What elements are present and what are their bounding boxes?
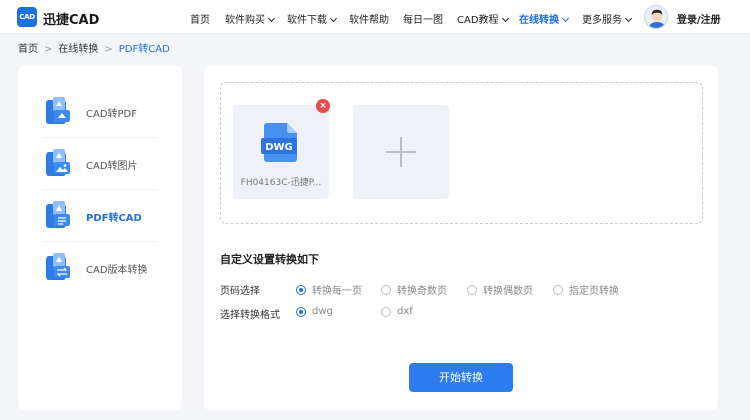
sidebar-item-cad-version[interactable]: CAD版本转换: [42, 242, 158, 294]
chevron-down-icon: [267, 14, 276, 23]
remove-file-icon[interactable]: ×: [316, 99, 330, 113]
radio-button[interactable]: [296, 284, 306, 295]
breadcrumb: 首页 > 在线转换 > PDF转CAD: [18, 40, 170, 55]
page-selection-label: 页码选择: [220, 286, 260, 297]
breadcrumb-separator: >: [104, 44, 113, 55]
sidebar: CAD转PDF CAD转图片 PDF转CAD CAD版本转换: [18, 66, 182, 410]
plus-icon: [400, 137, 402, 167]
radio-page-option[interactable]: 指定页转换: [553, 282, 619, 297]
breadcrumb-separator: >: [44, 44, 53, 55]
radio-page-option[interactable]: 转换每一页: [296, 282, 362, 297]
login-register-link[interactable]: 登录/注册: [677, 11, 721, 26]
avatar[interactable]: [644, 5, 668, 29]
converter-panel: DWG FH04163C-迅捷P... × 自定义设置转换如下 页码选择 转换每…: [204, 66, 718, 410]
format-selection-label: 选择转换格式: [220, 310, 280, 321]
nav-item-download[interactable]: 软件下载: [287, 11, 338, 26]
sidebar-item-label: PDF转CAD: [86, 213, 142, 224]
nav-item-online-convert[interactable]: 在线转换: [519, 11, 570, 26]
pdf-to-cad-icon: [46, 201, 70, 228]
cad-to-image-icon: [46, 149, 70, 176]
chevron-down-icon: [329, 14, 338, 23]
radio-button[interactable]: [553, 284, 563, 295]
cad-to-pdf-icon: [46, 97, 70, 124]
radio-page-option[interactable]: 转换偶数页: [467, 282, 533, 297]
radio-button[interactable]: [381, 306, 391, 317]
radio-button[interactable]: [381, 284, 391, 295]
radio-format-option[interactable]: dwg: [296, 306, 333, 317]
sidebar-item-cad-to-pdf[interactable]: CAD转PDF: [42, 86, 158, 138]
nav-item-daily[interactable]: 每日一图: [403, 11, 443, 26]
nav-item-purchase[interactable]: 软件购买: [225, 11, 276, 26]
sidebar-item-label: CAD转图片: [86, 161, 138, 172]
nav-item-more[interactable]: 更多服务: [582, 11, 633, 26]
sidebar-item-label: CAD转PDF: [86, 109, 138, 120]
sidebar-item-label: CAD版本转换: [86, 265, 148, 276]
sidebar-item-cad-to-image[interactable]: CAD转图片: [42, 138, 158, 190]
radio-button[interactable]: [467, 284, 477, 295]
chevron-down-icon: [561, 14, 570, 23]
top-header: CAD 迅捷CAD 首页 软件购买 软件下载 软件帮助 每日一图 CAD教程 在…: [0, 0, 750, 34]
breadcrumb-current: PDF转CAD: [118, 44, 170, 55]
chevron-down-icon: [501, 14, 509, 23]
radio-button[interactable]: [296, 306, 306, 317]
breadcrumb-section[interactable]: 在线转换: [58, 44, 98, 55]
file-type-badge: DWG: [265, 142, 293, 153]
add-file-button[interactable]: [353, 105, 449, 199]
upload-dropzone[interactable]: DWG FH04163C-迅捷P... ×: [220, 82, 703, 224]
breadcrumb-home[interactable]: 首页: [18, 44, 38, 55]
uploaded-file-card[interactable]: DWG FH04163C-迅捷P... ×: [233, 99, 330, 199]
cad-version-icon: [46, 253, 70, 280]
settings-title: 自定义设置转换如下: [220, 253, 319, 266]
nav-item-help[interactable]: 软件帮助: [349, 11, 389, 26]
radio-format-option[interactable]: dxf: [381, 306, 413, 317]
nav-item-tutorial[interactable]: CAD教程: [457, 11, 509, 26]
radio-page-option[interactable]: 转换奇数页: [381, 282, 447, 297]
dwg-file-icon: DWG: [261, 123, 297, 162]
file-name: FH04163C-迅捷P...: [240, 178, 322, 188]
start-convert-button[interactable]: 开始转换: [409, 363, 513, 392]
main-nav: 首页 软件购买 软件下载 软件帮助 每日一图 CAD教程 在线转换 更多服务: [0, 11, 750, 27]
sidebar-item-pdf-to-cad[interactable]: PDF转CAD: [42, 190, 158, 242]
nav-item-home[interactable]: 首页: [190, 11, 210, 26]
chevron-down-icon: [624, 14, 633, 23]
